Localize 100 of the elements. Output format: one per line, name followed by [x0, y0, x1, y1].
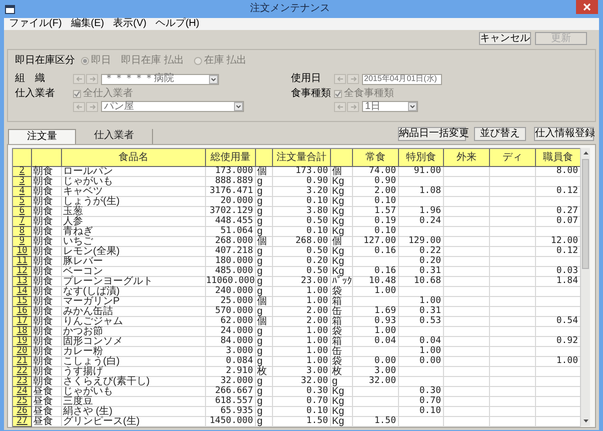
row-number[interactable]: 9	[13, 237, 32, 247]
row-number[interactable]: 5	[13, 197, 32, 207]
right-arrow-icon	[88, 102, 96, 110]
action-button[interactable]: 仕入情報登録	[534, 127, 594, 141]
radio-label: 在庫 払出	[204, 56, 247, 66]
row-number[interactable]: 20	[13, 347, 32, 357]
row-number[interactable]: 23	[13, 377, 32, 387]
menu-item[interactable]: ファイル(F)	[9, 18, 62, 30]
table-cell: 1.69	[353, 307, 399, 317]
scrollbar[interactable]	[580, 148, 590, 426]
row-number[interactable]: 16	[13, 307, 32, 317]
table-cell: g	[256, 347, 273, 357]
table-cell: 266.667	[206, 387, 256, 397]
column-header[interactable]: 特別食	[399, 149, 444, 167]
table-cell: g	[256, 397, 273, 407]
table-cell: 268.000	[206, 237, 256, 247]
table-cell: 3.00	[273, 367, 331, 377]
row-number[interactable]: 25	[13, 397, 32, 407]
column-header[interactable]	[32, 149, 62, 167]
row-number[interactable]: 14	[13, 287, 32, 297]
row-number[interactable]: 4	[13, 187, 32, 197]
nav-button[interactable]	[86, 74, 98, 84]
row-number[interactable]: 6	[13, 207, 32, 217]
row-number[interactable]: 22	[13, 367, 32, 377]
close-button[interactable]	[576, 0, 598, 14]
table-cell: Kg	[331, 177, 353, 187]
dropdown-field[interactable]: ＊＊＊＊＊病院	[101, 74, 219, 84]
nav-button[interactable]	[86, 102, 98, 112]
table-cell	[490, 207, 536, 217]
nav-button[interactable]	[347, 102, 359, 112]
checkmark-icon	[74, 90, 80, 96]
table-cell: 51.064	[206, 227, 256, 237]
nav-button[interactable]	[334, 74, 346, 84]
table-cell	[444, 247, 490, 257]
column-header[interactable]	[256, 149, 273, 167]
table-cell: 0.50	[273, 267, 331, 277]
table-cell: 0.31	[399, 267, 444, 277]
action-button[interactable]: 並び替え	[474, 127, 526, 141]
table-cell: 3.00	[353, 367, 399, 377]
date-field[interactable]: 2015年04月01日(水)	[362, 74, 442, 84]
dropdown-value: 1日	[364, 102, 381, 112]
dropdown-field[interactable]: パン屋	[101, 101, 244, 112]
row-number[interactable]: 26	[13, 407, 32, 417]
tab[interactable]: 注文量	[8, 129, 76, 144]
nav-button[interactable]	[73, 102, 85, 112]
table-cell: 3176.471	[206, 187, 256, 197]
table-cell	[444, 267, 490, 277]
table-cell: 朝食	[32, 197, 62, 207]
table-cell: キャベツ	[62, 187, 206, 197]
column-header[interactable]: 食品名	[62, 149, 206, 167]
column-header[interactable]	[331, 149, 353, 167]
row-number[interactable]: 15	[13, 297, 32, 307]
table-cell	[399, 327, 444, 337]
table-cell	[399, 417, 444, 427]
row-number[interactable]: 13	[13, 277, 32, 287]
field-label: 仕入業者	[15, 88, 56, 100]
table-cell	[490, 197, 536, 207]
scrollbar-thumb[interactable]	[582, 159, 589, 269]
table-cell: 10.48	[353, 277, 399, 287]
toolbar-button[interactable]: キャンセル	[479, 32, 531, 45]
row-number[interactable]: 18	[13, 327, 32, 337]
row-number[interactable]: 12	[13, 267, 32, 277]
nav-button[interactable]	[334, 102, 346, 112]
left-arrow-icon	[336, 75, 344, 83]
table-cell: 朝食	[32, 187, 62, 197]
table-cell: 74.00	[353, 167, 399, 177]
menu-item[interactable]: 編集(E)	[70, 18, 104, 30]
menu-item[interactable]: ヘルプ(H)	[155, 18, 200, 30]
column-header[interactable]: 外来	[444, 149, 490, 167]
table-cell: 玉葱	[62, 207, 206, 217]
table-cell: 0.31	[399, 307, 444, 317]
table-cell: 1.00	[273, 357, 331, 367]
table-cell: 618.557	[206, 397, 256, 407]
column-header[interactable]	[13, 149, 32, 167]
row-number[interactable]: 10	[13, 247, 32, 257]
row-number[interactable]: 7	[13, 217, 32, 227]
row-number[interactable]: 3	[13, 177, 32, 187]
row-number[interactable]: 8	[13, 227, 32, 237]
nav-button[interactable]	[347, 74, 359, 84]
dropdown-field[interactable]: 1日	[362, 101, 418, 112]
row-number[interactable]: 11	[13, 257, 32, 267]
column-header[interactable]: 職員食	[536, 149, 581, 167]
table-cell: 0.10	[399, 407, 444, 417]
table-cell: 0.00	[399, 357, 444, 367]
row-number[interactable]: 17	[13, 317, 32, 327]
row-number[interactable]: 24	[13, 387, 32, 397]
row-number[interactable]: 2	[13, 167, 32, 177]
table-cell: 0.22	[399, 247, 444, 257]
column-header[interactable]: ディ	[490, 149, 536, 167]
table-cell	[399, 227, 444, 237]
row-number[interactable]: 21	[13, 357, 32, 367]
table-cell	[490, 397, 536, 407]
row-number[interactable]: 19	[13, 337, 32, 347]
row-number[interactable]: 27	[13, 417, 32, 427]
action-button[interactable]: 納品日一括変更	[398, 127, 466, 141]
column-header[interactable]: 注文量合計	[273, 149, 331, 167]
nav-button[interactable]	[73, 74, 85, 84]
column-header[interactable]: 常食	[353, 149, 399, 167]
menu-item[interactable]: 表示(V)	[113, 18, 146, 30]
column-header[interactable]: 総使用量	[206, 149, 256, 167]
